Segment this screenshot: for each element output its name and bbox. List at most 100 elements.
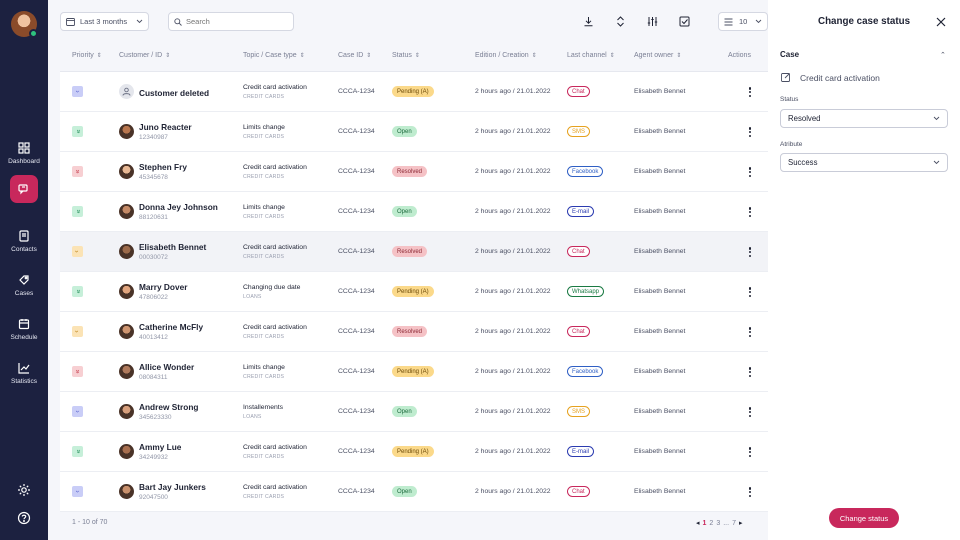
column-header-customer[interactable]: Customer / ID ⇕ — [119, 52, 170, 59]
customer-name[interactable]: Catherine McFly — [139, 322, 203, 332]
customer-name[interactable]: Ammy Lue — [139, 442, 181, 452]
more-actions-icon[interactable] — [746, 205, 754, 219]
more-actions-icon[interactable] — [746, 285, 754, 299]
customer-name[interactable]: Elisabeth Bennet — [139, 242, 206, 252]
table-header: Priority ⇕ Customer / ID ⇕ Topic / Case ty… — [60, 40, 768, 72]
sidebar: Dashboard Contacts Cases Schedule Statis… — [0, 0, 48, 540]
settings-icon[interactable] — [17, 483, 31, 497]
customer-id: 12340987 — [139, 134, 168, 141]
table-row[interactable]: » Donna Jey Johnson 88120631 Limits change C… — [60, 192, 768, 232]
sidebar-item-cases[interactable]: Cases — [0, 265, 48, 305]
more-actions-icon[interactable] — [746, 445, 754, 459]
table-row[interactable]: » Marry Dover 47806022 Changing due date LOA… — [60, 272, 768, 312]
column-header-edition[interactable]: Edition / Creation ⇕ — [475, 52, 537, 59]
sort-arrows-icon — [616, 15, 624, 27]
avatar — [119, 164, 134, 179]
pagination-count: 1 - 10 of 70 — [72, 519, 108, 526]
filter-button[interactable] — [645, 14, 659, 28]
checkbox-icon — [679, 16, 689, 26]
case-type: LOANS — [243, 294, 262, 300]
attribute-select[interactable]: Success — [780, 153, 948, 172]
customer-name[interactable]: Stephen Fry — [139, 162, 187, 172]
customer-id: 92047500 — [139, 494, 168, 501]
sidebar-item-schedule[interactable]: Schedule — [0, 309, 48, 349]
sidebar-item-contacts[interactable]: Contacts — [0, 221, 48, 261]
prev-page-icon[interactable]: ◂ — [696, 519, 700, 527]
table-row[interactable]: » Juno Reacter 12340987 Limits change CREDIT… — [60, 112, 768, 152]
next-page-icon[interactable]: ▸ — [739, 519, 743, 527]
customer-name[interactable]: Allice Wonder — [139, 362, 194, 372]
customer-name[interactable]: Donna Jey Johnson — [139, 202, 218, 212]
customer-id: 47806022 — [139, 294, 168, 301]
edition-creation: 2 hours ago / 21.01.2022 — [475, 408, 551, 415]
column-header-last-channel[interactable]: Last channel ⇕ — [567, 52, 615, 59]
select-button[interactable] — [677, 14, 691, 28]
column-header-topic[interactable]: Topic / Case type ⇕ — [243, 52, 305, 59]
more-actions-icon[interactable] — [746, 405, 754, 419]
case-type: CREDIT CARDS — [243, 334, 285, 340]
status-select[interactable]: Resolved — [780, 109, 948, 128]
table-row[interactable]: ‹ Catherine McFly 40013412 Credit card acti… — [60, 312, 768, 352]
customer-name[interactable]: Juno Reacter — [139, 122, 192, 132]
help-icon[interactable] — [17, 511, 31, 525]
page-link[interactable]: 1 — [703, 520, 707, 527]
close-icon[interactable] — [936, 17, 946, 27]
customer-name[interactable]: Andrew Strong — [139, 402, 198, 412]
topic: Credit card activation — [243, 444, 307, 451]
sidebar-item-messages[interactable] — [10, 175, 38, 203]
sort-icon: ⇕ — [165, 52, 171, 59]
priority-lowest-icon: » — [72, 206, 83, 217]
page-link[interactable]: 7 — [732, 520, 736, 527]
more-actions-icon[interactable] — [746, 325, 754, 339]
page-link[interactable]: 3 — [716, 520, 720, 527]
more-actions-icon[interactable] — [746, 485, 754, 499]
customer-name[interactable]: Bart Jay Junkers — [139, 482, 206, 492]
sidebar-item-dashboard[interactable]: Dashboard — [0, 133, 48, 173]
column-header-case-id[interactable]: Case ID ⇕ — [338, 52, 371, 59]
case-id: CCCA-1234 — [338, 488, 375, 495]
page-link[interactable]: 2 — [709, 520, 713, 527]
rows-per-page-select[interactable]: 10 — [718, 12, 768, 31]
table-row[interactable]: › Bart Jay Junkers 92047500 Credit card act… — [60, 472, 768, 512]
column-header-agent-owner[interactable]: Agent owner ⇕ — [634, 52, 681, 59]
customer-name[interactable]: Marry Dover — [139, 282, 187, 292]
table-row[interactable]: › Andrew Strong 345623330 Installements LOAN… — [60, 392, 768, 432]
download-button[interactable] — [581, 14, 595, 28]
sidebar-item-statistics[interactable]: Statistics — [0, 353, 48, 393]
cases-table: Priority ⇕ Customer / ID ⇕ Topic / Case ty… — [60, 40, 768, 512]
user-avatar[interactable] — [11, 11, 38, 38]
case-id: CCCA-1234 — [338, 128, 375, 135]
customer-id: 345623330 — [139, 414, 172, 421]
topic: Changing due date — [243, 284, 301, 291]
search-input[interactable] — [186, 17, 286, 26]
status-badge: Pending (A) — [392, 446, 434, 457]
list-icon — [724, 18, 733, 25]
case-topic: Credit card activation — [800, 73, 880, 83]
table-row[interactable]: › Customer deleted Credit card activation C… — [60, 72, 768, 112]
chevron-up-icon[interactable]: ⌃ — [940, 51, 946, 59]
table-row[interactable]: ‹ Elisabeth Bennet 00030072 Credit card act… — [60, 232, 768, 272]
more-actions-icon[interactable] — [746, 85, 754, 99]
customer-name[interactable]: Customer deleted — [139, 88, 209, 98]
more-actions-icon[interactable] — [746, 365, 754, 379]
status-badge: Open — [392, 206, 417, 217]
search-box[interactable] — [168, 12, 294, 31]
column-header-status[interactable]: Status ⇕ — [392, 52, 420, 59]
customer-id: 34249932 — [139, 454, 168, 461]
sort-icon: ⇕ — [676, 52, 682, 59]
avatar — [119, 444, 134, 459]
table-row[interactable]: « Stephen Fry 45345678 Credit card activati… — [60, 152, 768, 192]
more-actions-icon[interactable] — [746, 245, 754, 259]
date-range-select[interactable]: Last 3 months — [60, 12, 149, 31]
table-row[interactable]: » Ammy Lue 34249932 Credit card activation C… — [60, 432, 768, 472]
status-badge: Pending (A) — [392, 366, 434, 377]
more-actions-icon[interactable] — [746, 125, 754, 139]
case-type: CREDIT CARDS — [243, 174, 285, 180]
table-row[interactable]: « Allice Wonder 08084311 Limits change CREDI… — [60, 352, 768, 392]
more-actions-icon[interactable] — [746, 165, 754, 179]
change-status-button[interactable]: Change status — [829, 508, 899, 528]
column-header-priority[interactable]: Priority ⇕ — [72, 52, 102, 59]
sort-button[interactable] — [613, 14, 627, 28]
priority-lowest-icon: » — [72, 446, 83, 457]
case-type: CREDIT CARDS — [243, 134, 285, 140]
